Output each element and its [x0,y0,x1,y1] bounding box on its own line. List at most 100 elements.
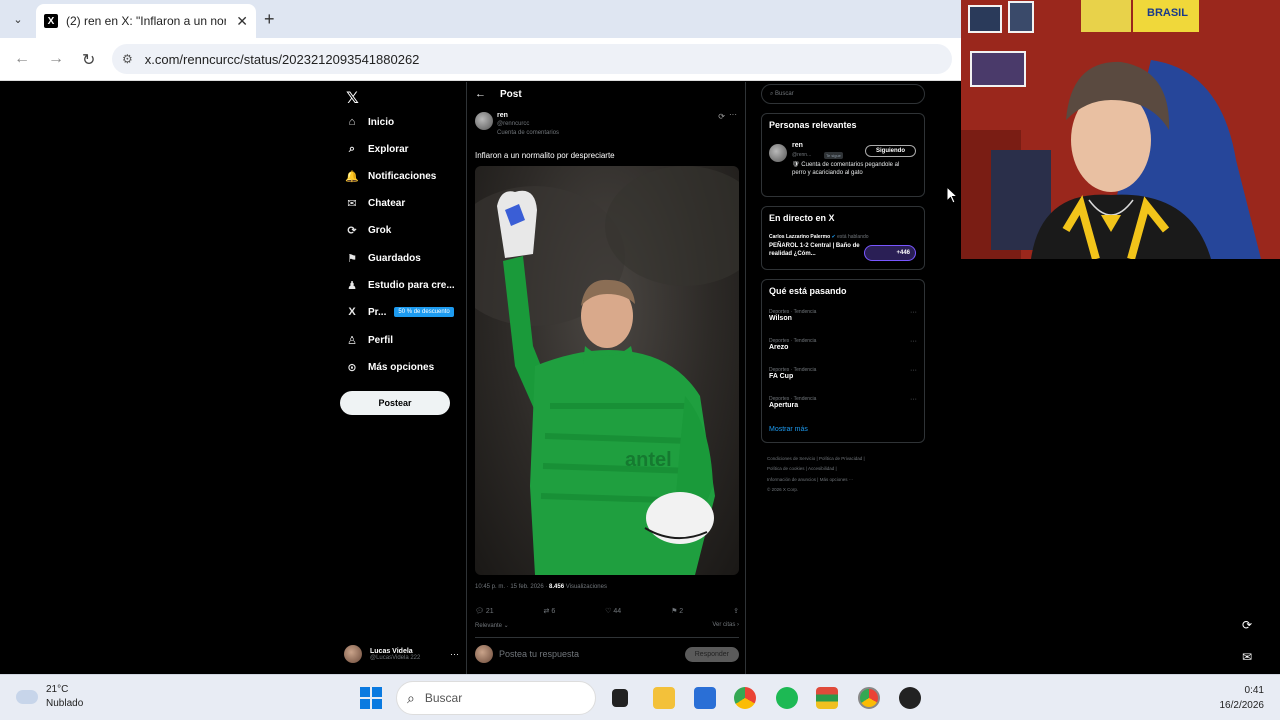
clock-date: 16/2/2026 [1219,700,1265,711]
new-tab-button[interactable]: + [264,9,275,30]
footer-link[interactable]: Información de anuncios [767,477,816,482]
post-button[interactable]: Postear [340,391,450,415]
search-input[interactable]: ⌕ Buscar [761,84,925,104]
spotify-icon[interactable] [776,687,798,709]
windows-logo-icon [360,699,370,709]
footer-link[interactable]: Política de Privacidad [819,456,862,461]
live-card[interactable]: En directo en X Carlos Lazzarino Palermo… [761,206,925,270]
nav-item-perfil[interactable]: ♙ Perfil [344,334,393,347]
following-button[interactable]: Siguiendo [865,145,916,157]
grok-icon[interactable]: ⟳ [1236,614,1258,636]
taskbar-search[interactable]: ⌕ Buscar [396,681,596,715]
grok-icon[interactable]: ⟳ [718,112,725,121]
views-label: Visualizaciones [564,584,607,590]
chrome-active-icon[interactable] [858,687,880,709]
tab-search-chevron-icon[interactable]: ⌄ [8,9,28,29]
show-more-link[interactable]: Mostrar más [769,426,808,433]
back-arrow-icon[interactable]: ← [14,50,30,68]
file-explorer-icon[interactable] [653,687,675,709]
live-host-status: está hablando [835,234,869,240]
system-clock[interactable]: 0:41 16/2/2026 [1220,683,1265,713]
share-icon[interactable]: ⇪ [733,607,739,619]
footer-link[interactable]: Más opciones ··· [820,477,854,482]
view-count: 8.456 [549,584,565,590]
more-icon[interactable]: ··· [910,338,917,345]
reply-button[interactable]: Responder [684,646,739,662]
clock-time: 0:41 [1244,685,1264,696]
reply-composer: Postea tu respuesta Responder [475,644,739,664]
trend-item[interactable]: Deportes · Tendencia Arezo ··· [769,338,917,351]
x-page: 𝕏 ⌂ Inicio ⌕ Explorar 🔔 Notificaciones ✉… [0,82,961,674]
left-navigation: 𝕏 ⌂ Inicio ⌕ Explorar 🔔 Notificaciones ✉… [340,82,465,674]
cloud-icon [16,690,38,704]
card-title: Personas relevantes [769,120,857,130]
nav-item-guardados[interactable]: ⚑ Guardados [344,252,421,265]
nav-item-mas-opciones[interactable]: ⊙ Más opciones [344,361,434,374]
tab-close-icon[interactable]: ✕ [236,13,248,30]
nav-item-chatear[interactable]: ✉ Chatear [344,197,405,210]
more-icon[interactable]: ··· [910,309,917,316]
author-handle[interactable]: @renncurcc [497,121,529,127]
address-bar[interactable]: ⚙ x.com/renncurcc/status/202321209354188… [112,44,952,74]
browser-tab-active[interactable]: X (2) ren en X: "Inflaron a un norm ✕ [36,4,256,38]
post-actions: 💬︎ 21 ⇄ 6 ♡ 44 ⚑ 2 ⇪ [475,607,739,619]
brasil-flag-text: BRASIL [1147,7,1188,19]
weather-widget[interactable]: 21°C Nublado [16,683,83,711]
x-logo-icon[interactable]: 𝕏 [346,88,359,108]
reply-input[interactable]: Postea tu respuesta [499,649,579,659]
avatar[interactable] [475,112,493,130]
mail-icon: ✉ [347,198,357,210]
repost-action[interactable]: ⇄ 6 [544,607,556,619]
main-column: ← Post ren @renncurcc Cuenta de comentar… [466,82,746,674]
bookmark-action[interactable]: ⚑ 2 [671,607,683,619]
nav-item-grok[interactable]: ⟳ Grok [344,224,391,237]
like-action[interactable]: ♡ 44 [605,607,621,619]
footer-link[interactable]: Condiciones de Servicio [767,456,815,461]
more-icon[interactable]: ··· [910,367,917,374]
nav-item-notificaciones[interactable]: 🔔 Notificaciones [344,170,436,183]
relevant-user-name[interactable]: ren [792,142,803,149]
stacked-app-icon[interactable] [816,687,838,709]
reply-action[interactable]: 💬︎ 21 [475,607,494,619]
post-photo[interactable]: antel [475,166,739,575]
trend-item[interactable]: Deportes · Tendencia Wilson ··· [769,309,917,322]
avatar[interactable] [769,144,787,162]
footer-links: Condiciones de Servicio | Política de Pr… [767,456,865,493]
messages-icon[interactable]: ✉ [1236,646,1258,668]
site-info-icon[interactable]: ⚙ [122,52,133,66]
footer-link[interactable]: Accesibilidad [808,466,834,471]
nav-item-premium[interactable]: X Pr... 50 % de descuento [344,306,454,318]
obs-icon[interactable] [899,687,921,709]
outlook-icon[interactable] [694,687,716,709]
more-icon[interactable]: ··· [729,110,737,119]
nav-item-explorar[interactable]: ⌕ Explorar [344,143,409,156]
quotes-link[interactable]: Ver citas › [712,622,739,629]
nav-label: Más opciones [368,362,435,373]
author-name[interactable]: ren [497,112,508,119]
start-button[interactable] [360,687,382,709]
nav-label: Pr... [368,306,387,318]
nav-label: Guardados [368,253,421,264]
relevant-people-card: Personas relevantes ren @renn... Te sigu… [761,113,925,197]
taskview-icon[interactable] [612,689,628,707]
trend-item[interactable]: Deportes · Tendencia FA Cup ··· [769,367,917,380]
more-icon[interactable]: ··· [910,396,917,403]
sort-dropdown[interactable]: Relevante ⌄ [475,622,509,629]
bookmark-count: 2 [679,608,684,615]
grok-icon: ⟳ [347,225,357,237]
trend-item[interactable]: Deportes · Tendencia Apertura ··· [769,396,917,409]
chrome-icon[interactable] [734,687,756,709]
footer-link[interactable]: Política de cookies [767,466,805,471]
reload-icon[interactable]: ↻ [82,50,95,70]
tab-title: (2) ren en X: "Inflaron a un norm [66,14,226,28]
nav-item-inicio[interactable]: ⌂ Inicio [344,116,394,128]
forward-arrow-icon[interactable]: → [48,50,64,68]
community-label[interactable]: Cuenta de comentarios [497,130,559,136]
nav-item-estudio[interactable]: ♟ Estudio para cre... [344,279,455,292]
taskbar-search-label: Buscar [424,691,463,705]
temperature: 21°C [46,684,69,695]
back-arrow-icon[interactable]: ← [475,88,486,100]
account-switcher[interactable]: Lucas Videla @LucasVidela 222 ··· [344,642,459,666]
more-icon[interactable]: ··· [450,649,459,659]
taskbar: 21°C Nublado ⌕ Buscar 0:41 16/2/2026 [0,674,1280,720]
